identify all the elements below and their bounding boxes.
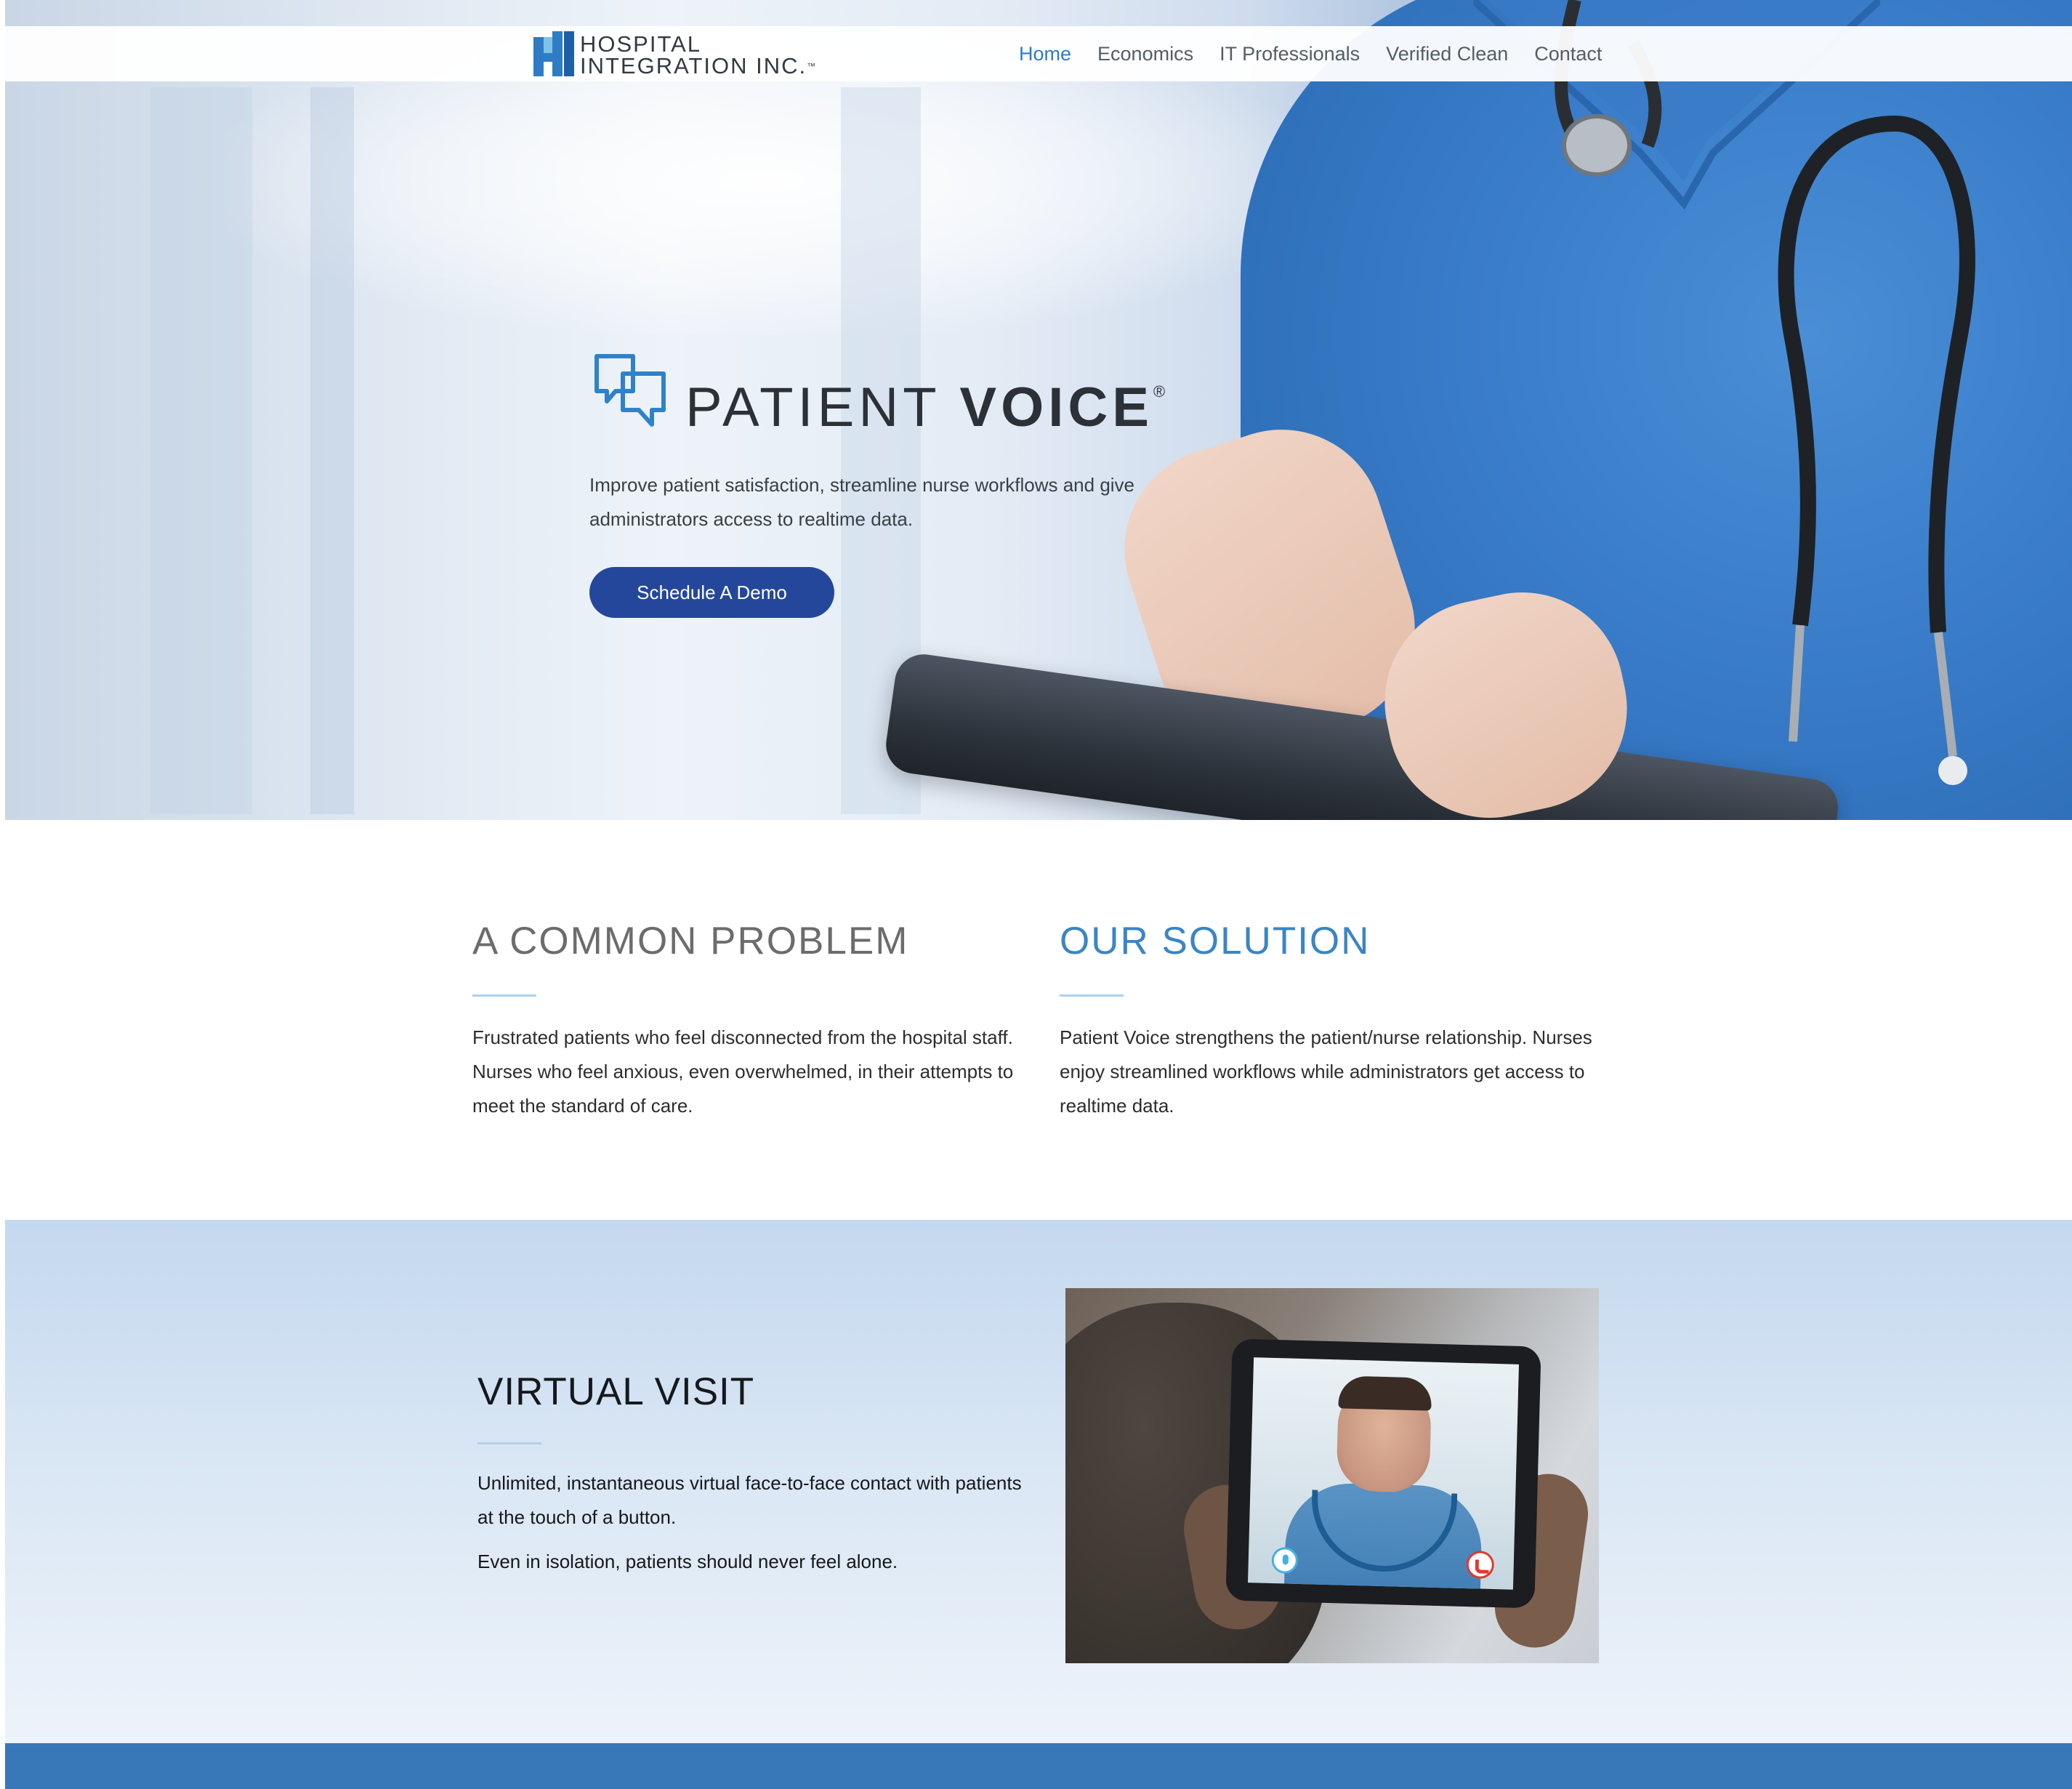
problem-heading: A COMMON PROBLEM (472, 920, 909, 962)
patient-voice-brand: PATIENT VOICE® (591, 349, 1172, 438)
solution-text: Patient Voice strengthens the patient/nu… (1060, 1026, 1592, 1117)
patient-voice-speech-bubbles-icon (594, 354, 666, 427)
patient-voice-title: PATIENT VOICE® (685, 377, 1166, 438)
problem-text: Frustrated patients who feel disconnecte… (472, 1026, 1014, 1117)
nav-link-home[interactable]: Home (1019, 41, 1071, 67)
problem-column: A COMMON PROBLEM Frustrated patients who… (472, 912, 1025, 1123)
hero-background-column (310, 87, 354, 814)
nav-menu: Home Economics IT Professionals Verified… (1019, 41, 1628, 67)
heading-divider (1060, 994, 1124, 997)
nav-link-economics[interactable]: Economics (1097, 41, 1193, 67)
virtual-visit-photo (1065, 1288, 1599, 1663)
footer-bar (5, 1743, 2072, 1789)
heading-divider (477, 1442, 541, 1444)
solution-column: OUR SOLUTION Patient Voice strengthens t… (1060, 912, 1612, 1123)
hero-tagline: Improve patient satisfaction, streamline… (589, 474, 1135, 530)
virtual-visit-heading: VIRTUAL VISIT (477, 1370, 755, 1413)
virtual-visit-text: VIRTUAL VISIT Unlimited, instantaneous v… (477, 1363, 1030, 1579)
nav-link-contact[interactable]: Contact (1534, 41, 1602, 67)
nav-link-it-professionals[interactable]: IT Professionals (1220, 41, 1360, 67)
virtual-visit-description: Unlimited, instantaneous virtual face-to… (477, 1472, 1022, 1528)
hero-background-column (150, 87, 252, 814)
virtual-visit-section (5, 1220, 2072, 1743)
solution-heading: OUR SOLUTION (1060, 920, 1371, 962)
hospital-integration-logo-icon (533, 31, 574, 76)
heading-divider (472, 994, 536, 997)
company-name: HOSPITAL INTEGRATION INC.™ (580, 31, 816, 79)
virtual-visit-tagline: Even in isolation, patients should never… (477, 1551, 898, 1572)
doctor-hair-image (1338, 1375, 1432, 1411)
schedule-demo-button[interactable]: Schedule A Demo (589, 567, 834, 618)
video-call-tablet (1225, 1338, 1541, 1609)
video-call-screen (1248, 1357, 1519, 1590)
hospital-integration-logo[interactable]: HOSPITAL INTEGRATION INC.™ (533, 30, 839, 78)
end-call-icon (1466, 1551, 1495, 1580)
nav-link-verified-clean[interactable]: Verified Clean (1386, 41, 1508, 67)
top-navigation-bar: HOSPITAL INTEGRATION INC.™ Home Economic… (5, 26, 2072, 81)
